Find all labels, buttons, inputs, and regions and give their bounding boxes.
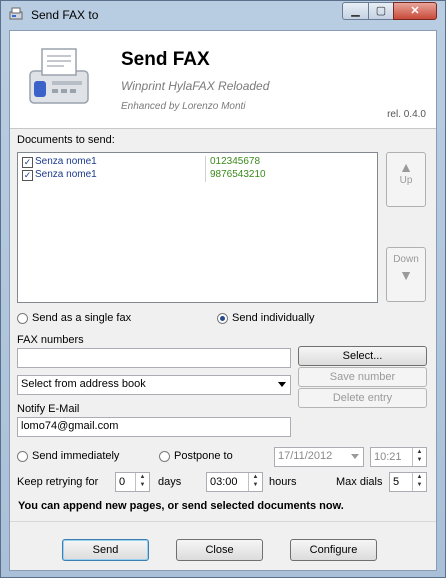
- minimize-button[interactable]: ▁: [342, 2, 369, 20]
- down-label: Down: [393, 254, 419, 265]
- days-label: days: [158, 476, 182, 488]
- fax-number-input[interactable]: [17, 348, 291, 368]
- fax-app-icon: [9, 7, 23, 20]
- status-message: You can append new pages, or send select…: [18, 500, 344, 512]
- delete-entry-button[interactable]: Delete entry: [298, 388, 427, 408]
- send-immediately-label[interactable]: Send immediately: [32, 450, 119, 462]
- header-credit: Enhanced by Lorenzo Monti: [121, 101, 246, 112]
- down-button[interactable]: Down ▼: [386, 247, 426, 302]
- document-number: 012345678: [210, 156, 261, 167]
- up-button[interactable]: ▲ Up: [386, 152, 426, 207]
- address-book-combo[interactable]: Select from address book: [17, 375, 291, 395]
- hours-value: 03:00: [210, 476, 238, 488]
- notify-email-label: Notify E-Mail: [17, 403, 80, 415]
- document-checkbox[interactable]: ✓: [22, 170, 33, 181]
- select-button[interactable]: Select...: [298, 346, 427, 366]
- postpone-radio[interactable]: [159, 451, 170, 462]
- address-book-value: Select from address book: [21, 378, 146, 390]
- postpone-time-value: 10:21: [374, 451, 402, 463]
- release-label: rel. 0.4.0: [387, 109, 426, 120]
- documents-label: Documents to send:: [17, 134, 115, 146]
- days-spinner[interactable]: 0 ▲ ▼: [115, 472, 150, 492]
- chevron-down-icon: [278, 382, 286, 387]
- list-item[interactable]: ✓ Senza nome1 012345678: [22, 156, 372, 169]
- fax-numbers-label: FAX numbers: [17, 334, 84, 346]
- divider: [10, 521, 436, 522]
- hours-label: hours: [269, 476, 297, 488]
- document-number: 9876543210: [210, 169, 266, 180]
- up-label: Up: [399, 175, 413, 186]
- spinner-arrows-icon[interactable]: ▲ ▼: [412, 473, 426, 491]
- configure-button[interactable]: Configure: [290, 539, 377, 561]
- send-immediately-radio[interactable]: [17, 451, 28, 462]
- window-title: Send FAX to: [31, 8, 99, 22]
- postpone-time-spinner[interactable]: 10:21 ▲ ▼: [370, 447, 427, 467]
- list-item[interactable]: ✓ Senza nome1 9876543210: [22, 169, 372, 182]
- header-title: Send FAX: [121, 49, 210, 70]
- days-value: 0: [119, 476, 126, 488]
- header-subtitle: Winprint HylaFAX Reloaded: [121, 79, 270, 93]
- spinner-arrows-icon[interactable]: ▲ ▼: [135, 473, 149, 491]
- postpone-date-value: 17/11/2012: [278, 450, 333, 462]
- spinner-arrows-icon[interactable]: ▲ ▼: [412, 448, 426, 466]
- window: Send FAX to ▁ ▢ ✕ Send FAX Winprint Hyla…: [0, 0, 446, 578]
- spinner-arrows-icon[interactable]: ▲ ▼: [248, 473, 262, 491]
- keep-retrying-label: Keep retrying for: [17, 476, 99, 488]
- close-button[interactable]: Close: [176, 539, 263, 561]
- chevron-down-icon: [351, 454, 359, 459]
- max-dials-spinner[interactable]: 5 ▲ ▼: [389, 472, 427, 492]
- postpone-label[interactable]: Postpone to: [174, 450, 233, 462]
- notify-email-input[interactable]: lomo74@gmail.com: [17, 417, 291, 437]
- send-individually-label[interactable]: Send individually: [232, 312, 315, 324]
- arrow-down-icon: ▼: [399, 267, 413, 283]
- max-dials-value: 5: [393, 476, 400, 488]
- header-banner: Send FAX Winprint HylaFAX Reloaded Enhan…: [10, 31, 436, 129]
- hours-spinner[interactable]: 03:00 ▲ ▼: [206, 472, 263, 492]
- postpone-date-picker[interactable]: 17/11/2012: [274, 447, 364, 467]
- document-checkbox[interactable]: ✓: [22, 157, 33, 168]
- document-name: Senza nome1: [35, 169, 97, 180]
- column-divider: [205, 169, 206, 182]
- save-number-button[interactable]: Save number: [298, 367, 427, 387]
- close-window-button[interactable]: ✕: [393, 2, 437, 20]
- send-single-radio[interactable]: [17, 313, 28, 324]
- arrow-up-icon: ▲: [399, 159, 413, 175]
- max-dials-label: Max dials: [336, 476, 383, 488]
- send-single-label[interactable]: Send as a single fax: [32, 312, 131, 324]
- send-button[interactable]: Send: [62, 539, 149, 561]
- send-individually-radio[interactable]: [217, 313, 228, 324]
- fax-machine-icon: [29, 48, 89, 104]
- maximize-button[interactable]: ▢: [368, 2, 394, 20]
- document-name: Senza nome1: [35, 156, 97, 167]
- title-bar[interactable]: Send FAX to ▁ ▢ ✕: [1, 1, 445, 28]
- dialog-client: Send FAX Winprint HylaFAX Reloaded Enhan…: [9, 30, 437, 571]
- column-divider: [205, 156, 206, 169]
- documents-list[interactable]: ✓ Senza nome1 012345678 ✓ Senza nome1 98…: [17, 152, 378, 303]
